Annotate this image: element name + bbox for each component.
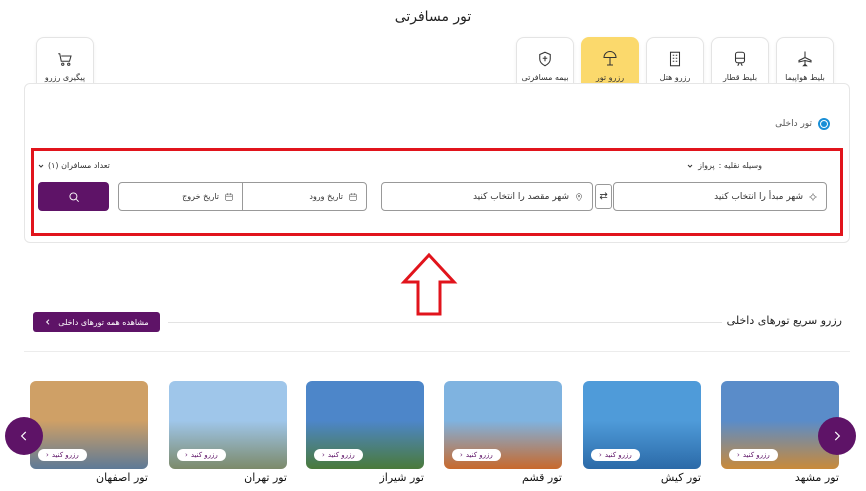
destination-placeholder: شهر مقصد را انتخاب کنید xyxy=(472,191,569,202)
book-now-label: رزرو کنید xyxy=(604,451,632,459)
view-all-label: مشاهده همه تورهای داخلی xyxy=(58,317,149,327)
swap-icon: ⇄ xyxy=(599,191,608,202)
divider xyxy=(24,351,850,352)
tour-name: تور شیراز xyxy=(379,471,424,484)
search-icon xyxy=(68,191,79,202)
chevron-down-icon xyxy=(38,164,44,168)
view-all-button[interactable]: مشاهده همه تورهای داخلی xyxy=(33,312,160,332)
book-now-badge[interactable]: رزرو کنید ‹ xyxy=(452,449,501,461)
chevron-left-icon: ‹ xyxy=(599,451,602,459)
chevron-left-icon: ‹ xyxy=(737,451,740,459)
passengers-select[interactable]: تعداد مسافران (۱) xyxy=(37,161,110,170)
vehicle-select[interactable]: وسیله نقلیه : پرواز xyxy=(686,161,762,170)
vehicle-label: وسیله نقلیه : xyxy=(718,161,762,170)
tour-name: تور مشهد xyxy=(794,471,839,484)
book-now-label: رزرو کنید xyxy=(327,451,355,459)
vehicle-value: پرواز xyxy=(698,161,715,170)
tab-insurance-label: بیمه مسافرتی xyxy=(521,73,569,82)
chevron-left-icon: ‹ xyxy=(46,451,49,459)
chevron-right-icon xyxy=(834,431,841,441)
checkout-label: تاریخ خروج xyxy=(182,192,219,201)
chevron-left-icon: ‹ xyxy=(460,451,463,459)
tour-type-option[interactable]: تور داخلی xyxy=(775,118,830,130)
carousel-prev-button[interactable] xyxy=(5,417,43,455)
calendar-icon xyxy=(349,192,357,201)
book-now-label: رزرو کنید xyxy=(742,451,770,459)
book-now-badge[interactable]: رزرو کنید ‹ xyxy=(591,449,640,461)
search-button[interactable] xyxy=(38,182,109,211)
tab-hotel-label: رزرو هتل xyxy=(659,73,691,82)
tour-name: تور کیش xyxy=(660,471,701,484)
airplane-icon xyxy=(798,51,812,67)
calendar-icon xyxy=(225,192,233,201)
hotel-icon xyxy=(669,51,681,67)
origin-placeholder: شهر مبدأ را انتخاب کنید xyxy=(714,191,803,202)
book-now-badge[interactable]: رزرو کنید ‹ xyxy=(729,449,778,461)
tour-card[interactable]: رزرو کنید ‹ xyxy=(444,381,562,469)
tracking-label: پیگیری رزرو xyxy=(44,73,86,82)
carousel-next-button[interactable] xyxy=(818,417,856,455)
chevron-left-icon xyxy=(20,431,27,441)
chevron-left-icon: ‹ xyxy=(185,451,188,459)
tour-card[interactable]: رزرو کنید ‹ xyxy=(306,381,424,469)
tour-name: تور اصفهان xyxy=(95,471,148,484)
chevron-down-icon xyxy=(687,164,693,168)
book-now-label: رزرو کنید xyxy=(465,451,493,459)
section-divider xyxy=(168,322,722,323)
checkout-field[interactable]: تاریخ خروج xyxy=(119,183,243,210)
train-icon xyxy=(734,51,746,66)
chevron-left-icon: ‹ xyxy=(322,451,325,459)
passengers-label: تعداد مسافران (۱) xyxy=(48,161,110,170)
shield-plane-icon xyxy=(539,51,551,67)
tour-card[interactable]: رزرو کنید ‹ xyxy=(583,381,701,469)
checkin-label: تاریخ ورود xyxy=(309,192,343,201)
tour-type-label: تور داخلی xyxy=(775,119,812,129)
book-now-badge[interactable]: رزرو کنید ‹ xyxy=(38,449,87,461)
crosshair-icon xyxy=(809,192,817,201)
tour-name: تور قشم xyxy=(522,471,562,484)
origin-field[interactable]: شهر مبدأ را انتخاب کنید xyxy=(613,182,827,211)
tour-card[interactable]: رزرو کنید ‹ xyxy=(30,381,148,469)
cart-icon xyxy=(58,53,72,66)
page-title: تور مسافرتی xyxy=(394,9,472,25)
book-now-badge[interactable]: رزرو کنید ‹ xyxy=(177,449,226,461)
section-title: رزرو سریع تورهای داخلی xyxy=(726,314,842,327)
tour-name: تور تهران xyxy=(244,471,287,484)
tour-card[interactable]: رزرو کنید ‹ xyxy=(169,381,287,469)
book-now-badge[interactable]: رزرو کنید ‹ xyxy=(314,449,363,461)
tab-tour-label: رزرو تور xyxy=(595,73,625,82)
location-pin-icon xyxy=(576,192,582,201)
book-now-label: رزرو کنید xyxy=(51,451,79,459)
swap-button[interactable]: ⇄ xyxy=(595,184,612,209)
chevron-left-icon xyxy=(46,319,50,325)
radio-selected-icon[interactable] xyxy=(818,118,830,130)
checkin-field[interactable]: تاریخ ورود xyxy=(243,183,366,210)
tab-flight-label: بلیط هواپیما xyxy=(785,73,825,82)
date-range: تاریخ ورود تاریخ خروج xyxy=(118,182,367,211)
destination-field[interactable]: شهر مقصد را انتخاب کنید xyxy=(381,182,593,211)
book-now-label: رزرو کنید xyxy=(190,451,218,459)
tab-train-label: بلیط قطار xyxy=(722,73,758,82)
beach-umbrella-icon xyxy=(603,50,617,66)
up-arrow-annotation xyxy=(400,252,458,316)
